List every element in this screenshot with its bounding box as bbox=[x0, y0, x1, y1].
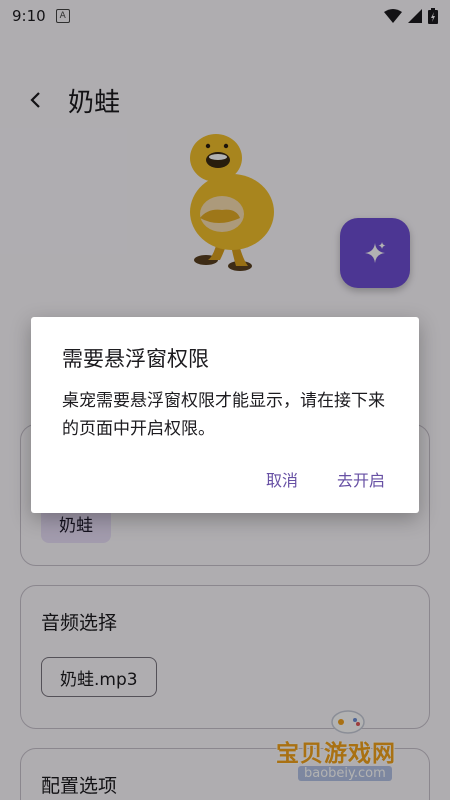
dialog-title: 需要悬浮窗权限 bbox=[62, 347, 209, 371]
dialog-message: 桌宠需要悬浮窗权限才能显示，请在接下来的页面中开启权限。 bbox=[62, 391, 385, 439]
cancel-button[interactable]: 取消 bbox=[262, 461, 302, 497]
permission-dialog: 需要悬浮窗权限 桌宠需要悬浮窗权限才能显示，请在接下来的页面中开启权限。 取消 … bbox=[31, 317, 419, 513]
open-settings-button[interactable]: 去开启 bbox=[333, 461, 389, 497]
